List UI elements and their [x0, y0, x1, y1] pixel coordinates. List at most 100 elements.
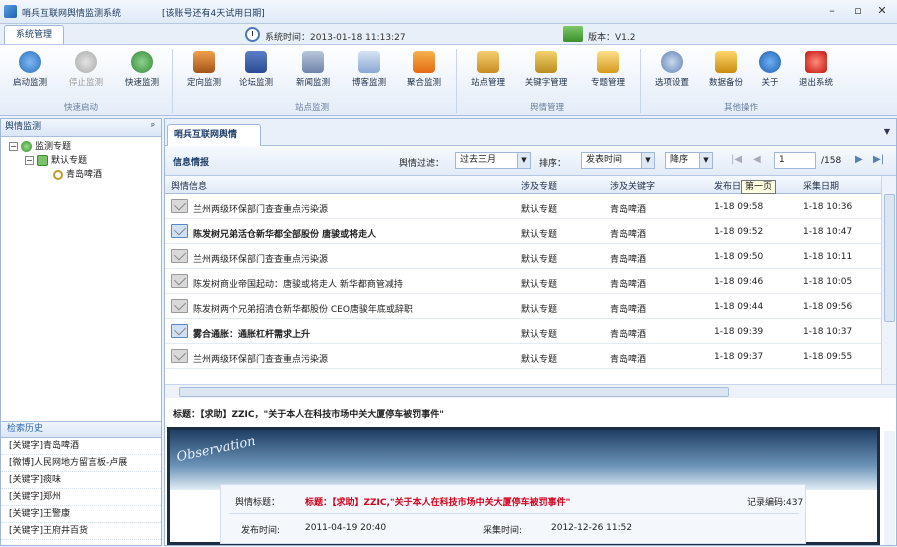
collapse-icon[interactable]: − — [9, 142, 18, 151]
group-site-monitor: 站点监测 — [295, 103, 330, 113]
close-button[interactable]: ✕ — [874, 4, 890, 18]
keyword-management-button[interactable]: 关键字管理 — [520, 49, 572, 95]
collapse-icon[interactable]: − — [25, 156, 34, 165]
news-monitor-button[interactable]: 新闻监测 — [287, 49, 339, 95]
pin-icon[interactable]: ᵖ — [151, 119, 155, 136]
table-row[interactable]: 陈发树商业帝国起动：唐骏或将走人 新华都商管减持 默认专题 青岛啤酒 1-18 09:… — [165, 269, 881, 294]
first-page-tooltip: 第一页 — [741, 180, 777, 194]
house-icon — [477, 51, 499, 73]
left-panel: 舆情监测 ᵖ − 监测专题 − 默认专题 青岛啤酒 检索历史 [关键字]青岛啤酒 [… — [0, 118, 162, 546]
history-item[interactable]: [关键字]王府井百货 — [1, 523, 161, 540]
topic-management-button[interactable]: 专题管理 — [582, 49, 634, 95]
blog-monitor-button[interactable]: 博客监测 — [343, 49, 395, 95]
globe-icon — [21, 141, 32, 152]
group-opinion-management: 舆情管理 — [530, 103, 565, 113]
table-row[interactable]: 陈发树兄弟活仓新华都全部股份 唐骏或将走人 默认专题 青岛啤酒 1-18 09:52 1… — [165, 219, 881, 244]
restore-button[interactable]: ▫ — [850, 4, 866, 18]
label-collect-time: 采集时间: — [483, 526, 523, 536]
document-tab-row: 哨兵互联网舆情 ▼ — [165, 119, 896, 146]
start-monitor-button[interactable]: 启动监测 — [4, 49, 56, 95]
app-icon — [4, 5, 17, 18]
chevron-down-icon[interactable]: ▼ — [641, 153, 654, 168]
mail-icon — [171, 274, 188, 288]
table-horizontal-scrollbar[interactable] — [165, 384, 896, 398]
history-item[interactable]: [关键字]青岛啤酒 — [1, 438, 161, 455]
tree-node-keyword[interactable]: 青岛啤酒 — [53, 169, 102, 181]
label-publish-time: 发布时间: — [241, 526, 281, 536]
system-time: 系统时间：2013-01-18 11:13:27 — [265, 33, 406, 43]
history-item[interactable]: [关键字]郑州 — [1, 489, 161, 506]
table-vertical-scrollbar[interactable] — [881, 176, 896, 384]
clock-icon — [245, 27, 260, 42]
tab-sentinel-opinion[interactable]: 哨兵互联网舆情 — [167, 124, 261, 146]
briefcase-icon — [193, 51, 215, 73]
exit-system-button[interactable]: 退出系统 — [790, 49, 842, 95]
quick-monitor-button[interactable]: 快速监测 — [116, 49, 168, 95]
main-panel: 哨兵互联网舆情 ▼ 信息情报 舆情过滤： 过去三月 ▼ 排序： 发表时间 ▼ 降序 ▼… — [164, 118, 897, 546]
history-item[interactable]: [微博]人民网地方留言板-卢展 — [1, 455, 161, 472]
chevron-down-icon[interactable]: ▼ — [517, 153, 530, 168]
unread-mail-icon — [171, 224, 188, 238]
lock-icon — [715, 51, 737, 73]
news-icon — [302, 51, 324, 73]
stop-monitor-button[interactable]: 停止监测 — [60, 49, 112, 95]
minimize-button[interactable]: – — [824, 4, 840, 18]
column-header[interactable]: 舆情信息 — [171, 179, 207, 192]
column-header[interactable]: 采集日期 — [803, 179, 839, 192]
group-quick-start: 快速启动 — [64, 103, 99, 113]
divider — [229, 513, 799, 514]
detail-title: 标题：【求助】ZZIC，"关于本人在科技市场中关大厦停车被罚事件" — [173, 410, 444, 420]
period-select[interactable]: 过去三月 ▼ — [455, 152, 531, 169]
table-row[interactable]: 兰州两级环保部门查查重点污染源 默认专题 青岛啤酒 1-18 09:58 1-18 10… — [165, 194, 881, 219]
observation-banner: Observation — [170, 430, 877, 490]
last-page-icon[interactable]: ▶| — [873, 154, 884, 165]
ribbon-separator — [456, 49, 457, 113]
filter-label: 舆情过滤： — [399, 159, 445, 169]
magnifier-icon — [53, 169, 63, 180]
column-header[interactable]: 涉及关键字 — [610, 179, 655, 192]
sort-field-select[interactable]: 发表时间 ▼ — [581, 152, 655, 169]
tab-dropdown-icon[interactable]: ▼ — [884, 127, 890, 136]
filter-bar: 信息情报 舆情过滤： 过去三月 ▼ 排序： 发表时间 ▼ 降序 ▼ |◀ ◀ 1 /1… — [165, 146, 896, 176]
window-title: 哨兵互联网舆情监测系统 — [22, 9, 122, 19]
scrollbar-thumb[interactable] — [179, 387, 729, 397]
scrollbar-thumb[interactable] — [884, 194, 895, 322]
mail-icon — [171, 249, 188, 263]
tree-node-default-topic[interactable]: − 默认专题 — [25, 155, 87, 167]
tab-system-management[interactable]: 系统管理 — [4, 25, 64, 44]
table-row[interactable]: 兰州两级环保部门查查重点污染源 默认专题 青岛啤酒 1-18 09:50 1-18 10… — [165, 244, 881, 269]
ribbon-separator — [640, 49, 641, 113]
first-page-icon[interactable]: |◀ — [731, 154, 742, 165]
next-page-icon[interactable]: ▶ — [855, 154, 863, 165]
sort-order-select[interactable]: 降序 ▼ — [665, 152, 713, 169]
power-icon — [805, 51, 827, 73]
table-row[interactable]: 兰州两级环保部门查查重点污染源 默认专题 青岛啤酒 1-18 09:37 1-18 09… — [165, 344, 881, 369]
history-item[interactable]: [关键字]痰味 — [1, 472, 161, 489]
detail-vertical-scrollbar[interactable] — [884, 431, 895, 545]
directed-monitor-button[interactable]: 定向监测 — [178, 49, 230, 95]
chevron-down-icon[interactable]: ▼ — [699, 153, 712, 168]
aggregate-monitor-button[interactable]: 聚合监测 — [398, 49, 450, 95]
prev-page-icon[interactable]: ◀ — [753, 154, 761, 165]
history-item[interactable]: [关键字]王警康 — [1, 506, 161, 523]
ribbon-toolbar: 启动监测 停止监测 快速监测 快速启动 定向监测 论坛监测 新闻监测 博客监测 … — [0, 44, 897, 116]
site-management-button[interactable]: 站点管理 — [462, 49, 514, 95]
search-history-header: 检索历史 — [1, 422, 161, 438]
unread-mail-icon — [171, 324, 188, 338]
options-button[interactable]: 选项设置 — [646, 49, 698, 95]
value-publish-time: 2011-04-19 20:40 — [305, 523, 387, 533]
key-icon — [535, 51, 557, 73]
about-button[interactable]: 关于 — [744, 49, 796, 95]
detail-card: 舆情标题： 标题：【求助】ZZIC,"关于本人在科技市场中关大厦停车被罚事件" … — [220, 484, 806, 544]
tree-node-root[interactable]: − 监测专题 — [9, 141, 71, 153]
rss-icon — [413, 51, 435, 73]
label-opinion-title: 舆情标题： — [235, 498, 281, 508]
table-row[interactable]: 雾合通胀：通胀杠杆需求上升 默认专题 青岛啤酒 1-18 09:39 1-18 10:3… — [165, 319, 881, 344]
value-opinion-title: 标题：【求助】ZZIC,"关于本人在科技市场中关大厦停车被罚事件" — [305, 498, 571, 508]
page-input[interactable]: 1 — [774, 152, 816, 169]
forum-monitor-button[interactable]: 论坛监测 — [230, 49, 282, 95]
mail-icon — [171, 199, 188, 213]
monitor-panel-header: 舆情监测 ᵖ — [1, 119, 161, 137]
table-row[interactable]: 陈发树两个兄弟招清仓新华都股份 CEO唐骏年底或辞职 默认专题 青岛啤酒 1-18 0… — [165, 294, 881, 319]
column-header[interactable]: 涉及专题 — [521, 179, 557, 192]
